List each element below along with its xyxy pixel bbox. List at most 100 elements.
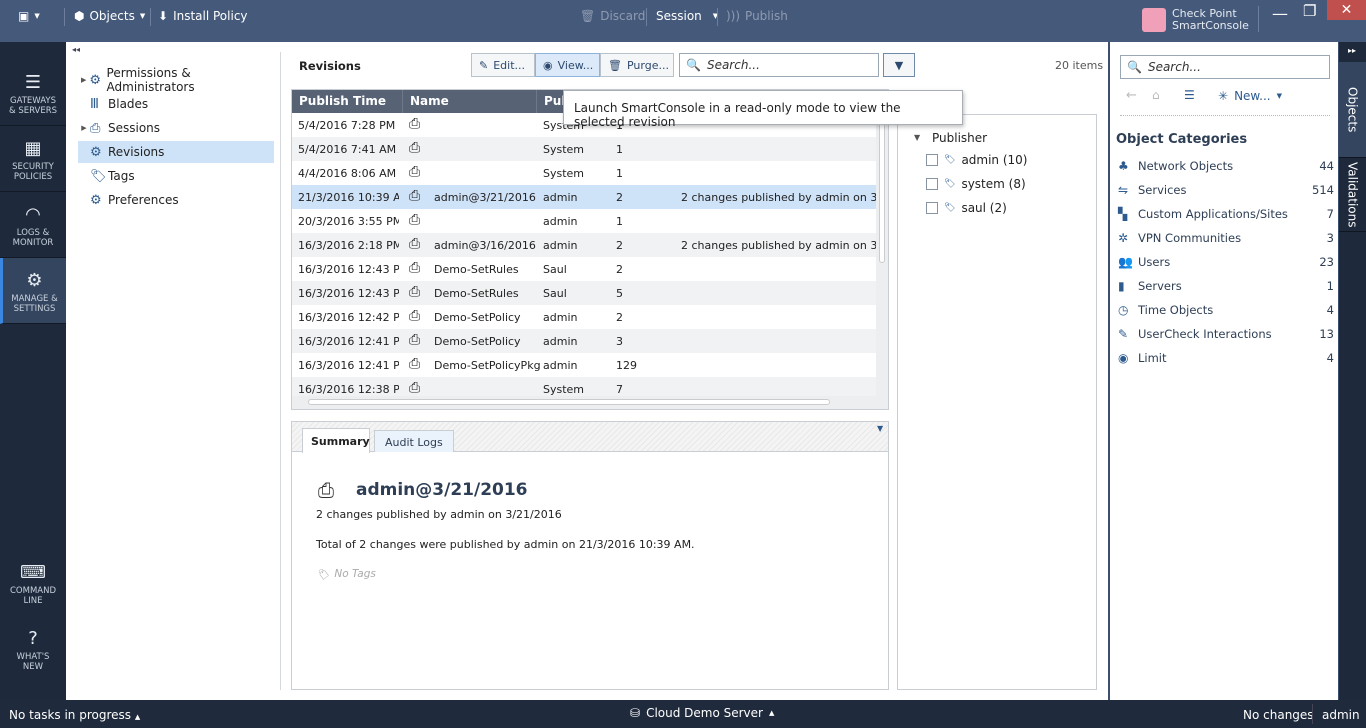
table-row[interactable]: 20/3/2016 3:55 PM ⎙ admin 1 <box>292 209 876 233</box>
cell-changes: 7 <box>616 383 623 396</box>
table-row[interactable]: 16/3/2016 2:18 PM ⎙ admin@3/16/2016 admin 2 2… <box>292 233 888 257</box>
tree-item-preferences[interactable]: ⚙ Preferences <box>78 189 274 211</box>
expand-arrow-icon[interactable]: ▶ <box>78 76 89 84</box>
category-usercheck-interactions[interactable]: ✎ UserCheck Interactions 13 <box>1118 323 1334 345</box>
tag-icon: 🏷 <box>944 203 956 213</box>
gear-icon: ⚙ <box>90 144 102 160</box>
back-button[interactable]: ← <box>1126 88 1137 103</box>
revision-icon: ⎙ <box>409 332 421 348</box>
category-time-objects[interactable]: ◷ Time Objects 4 <box>1118 299 1334 321</box>
tasks-status[interactable]: No tasks in progress ▲ <box>9 708 140 722</box>
table-row[interactable]: 16/3/2016 12:43 PM ⎙ Demo-SetRules Saul 5 <box>292 281 876 305</box>
top-toolbar: ▣ ▼ ⬢ Objects ▼ ⬇ Install Policy 🗑 Discard Se… <box>0 0 1366 42</box>
nav-logs[interactable]: ◠ LOGS & MONITOR <box>0 192 66 258</box>
network-objects-icon: ♣ <box>1118 159 1129 173</box>
cube-icon: ⬢ <box>74 9 85 23</box>
filter-icon: ▼ <box>894 58 904 72</box>
view-button[interactable]: ◉ View... <box>535 53 600 77</box>
cell-name: Demo-SetRules <box>434 287 519 300</box>
services-icon: ⇋ <box>1118 183 1129 197</box>
app-menu-button[interactable]: ▣ ▼ <box>18 9 40 23</box>
filter-checkbox-saul[interactable]: 🏷 saul (2) <box>926 201 1007 215</box>
table-row[interactable]: 4/4/2016 8:06 AM ⎙ System 1 <box>292 161 876 185</box>
objects-search-input[interactable]: 🔍 Search... <box>1120 55 1330 79</box>
category-vpn-communities[interactable]: ✲ VPN Communities 3 <box>1118 227 1334 249</box>
nav-gateways[interactable]: ☰ GATEWAYS & SERVERS <box>0 60 66 126</box>
close-button[interactable]: ✕ <box>1327 0 1366 20</box>
revision-icon: ⎙ <box>409 188 421 204</box>
category-services[interactable]: ⇋ Services 514 <box>1118 179 1334 201</box>
revision-icon: ⎙ <box>318 478 334 502</box>
objects-menu-button[interactable]: ⬢ Objects ▼ <box>74 9 145 23</box>
tag-icon: 🏷 <box>90 168 107 184</box>
install-policy-button[interactable]: ⬇ Install Policy <box>158 9 248 23</box>
pencil-icon: ✎ <box>479 58 489 72</box>
table-row[interactable]: 16/3/2016 12:42 PM ⎙ Demo-SetPolicy admin 2 <box>292 305 876 329</box>
tree-item-sessions[interactable]: ▶ ⎙ Sessions <box>78 117 274 139</box>
restore-button[interactable]: ❐ <box>1303 2 1316 20</box>
publish-button[interactable]: ))) Publish <box>726 9 788 23</box>
tab-validations[interactable]: Validations <box>1339 158 1366 232</box>
collapse-tree-button[interactable]: ◂◂ <box>72 45 80 54</box>
collapse-panel-icon[interactable]: ▼ <box>877 424 883 433</box>
tab-audit-logs[interactable]: Audit Logs <box>374 430 454 452</box>
tree-item-permissions-administrators[interactable]: ▶ ⚙ Permissions & Administrators <box>78 66 274 94</box>
checkbox[interactable] <box>926 202 938 214</box>
nav-what-s[interactable]: ? WHAT'S NEW <box>0 616 66 682</box>
category-custom-applications-sites[interactable]: ▚ Custom Applications/Sites 7 <box>1118 203 1334 225</box>
tree-item-revisions[interactable]: ⚙ Revisions <box>78 141 274 163</box>
home-button[interactable]: ⌂ <box>1152 88 1160 102</box>
edit-button[interactable]: ✎ Edit... <box>471 53 535 77</box>
cell-publisher: admin <box>543 215 578 228</box>
checkbox[interactable] <box>926 154 938 166</box>
cell-changes: 5 <box>616 287 623 300</box>
vertical-scrollbar[interactable] <box>876 113 888 409</box>
filters-panel: ▼ Publisher 🏷 admin (10) 🏷 system (8) 🏷 saul … <box>897 114 1097 690</box>
category-users[interactable]: 👥 Users 23 <box>1118 251 1334 273</box>
table-row[interactable]: 16/3/2016 12:41 PM ⎙ Demo-SetPolicyPkg admi… <box>292 353 876 377</box>
tree-item-tags[interactable]: 🏷 Tags <box>78 165 274 187</box>
table-row[interactable]: 16/3/2016 12:43 PM ⎙ Demo-SetRules Saul 2 <box>292 257 876 281</box>
list-view-button[interactable]: ☰ <box>1184 88 1195 102</box>
cell-changes: 1 <box>616 143 623 156</box>
cell-name: admin@3/21/2016 <box>434 191 536 204</box>
nav-command[interactable]: ⌨ COMMAND LINE <box>0 550 66 616</box>
expand-arrow-icon[interactable]: ▶ <box>78 124 90 132</box>
filter-button[interactable]: ▼ <box>883 53 915 77</box>
applications-icon: ▚ <box>1118 207 1128 221</box>
category-servers[interactable]: ▮ Servers 1 <box>1118 275 1334 297</box>
purge-button[interactable]: 🗑 Purge... <box>600 53 674 77</box>
column-header-publish-time[interactable]: Publish Time <box>292 90 403 113</box>
horizontal-scrollbar[interactable] <box>292 396 876 409</box>
category-network-objects[interactable]: ♣ Network Objects 44 <box>1118 155 1334 177</box>
nav-security[interactable]: ▦ SECURITY POLICIES <box>0 126 66 192</box>
nav-manage[interactable]: ⚙ MANAGE & SETTINGS <box>0 258 66 324</box>
new-object-button[interactable]: ✳ New... ▼ <box>1218 89 1282 103</box>
tab-objects[interactable]: Objects <box>1339 62 1366 158</box>
cell-publisher: System <box>543 167 585 180</box>
category-limit[interactable]: ◉ Limit 4 <box>1118 347 1334 369</box>
tag-icon: 🏷 <box>316 569 330 581</box>
page-title: Revisions <box>299 59 361 73</box>
tree-item-blades[interactable]: Ⅲ Blades <box>78 93 274 115</box>
discard-button[interactable]: 🗑 Discard <box>580 9 645 23</box>
server-status[interactable]: ⛁ Cloud Demo Server ▲ <box>630 706 774 720</box>
divider <box>150 8 151 26</box>
checkbox[interactable] <box>926 178 938 190</box>
minimize-button[interactable]: — <box>1272 4 1288 23</box>
revisions-search-input[interactable]: 🔍 Search... <box>679 53 879 77</box>
divider <box>1312 704 1313 724</box>
session-menu-button[interactable]: Session ▼ <box>656 9 718 23</box>
table-row[interactable]: 16/3/2016 12:41 PM ⎙ Demo-SetPolicy admin 3 <box>292 329 876 353</box>
filter-checkbox-admin[interactable]: 🏷 admin (10) <box>926 153 1027 167</box>
table-row[interactable]: 5/4/2016 7:41 AM ⎙ System 1 <box>292 137 876 161</box>
column-header-name[interactable]: Name <box>403 90 537 113</box>
tab-summary[interactable]: Summary <box>302 428 370 453</box>
expand-panel-button[interactable]: ▸▸ <box>1348 46 1356 55</box>
table-row[interactable]: 21/3/2016 10:39 AM ⎙ admin@3/21/2016 admin 2… <box>292 185 888 209</box>
changes-status: No changes <box>1243 708 1314 722</box>
filter-checkbox-system[interactable]: 🏷 system (8) <box>926 177 1026 191</box>
publish-icon: ))) <box>726 9 741 23</box>
expand-arrow-icon[interactable]: ▼ <box>914 133 920 142</box>
left-navigation: ☰ GATEWAYS & SERVERS ▦ SECURITY POLICIES ◠ LOGS… <box>0 42 66 700</box>
